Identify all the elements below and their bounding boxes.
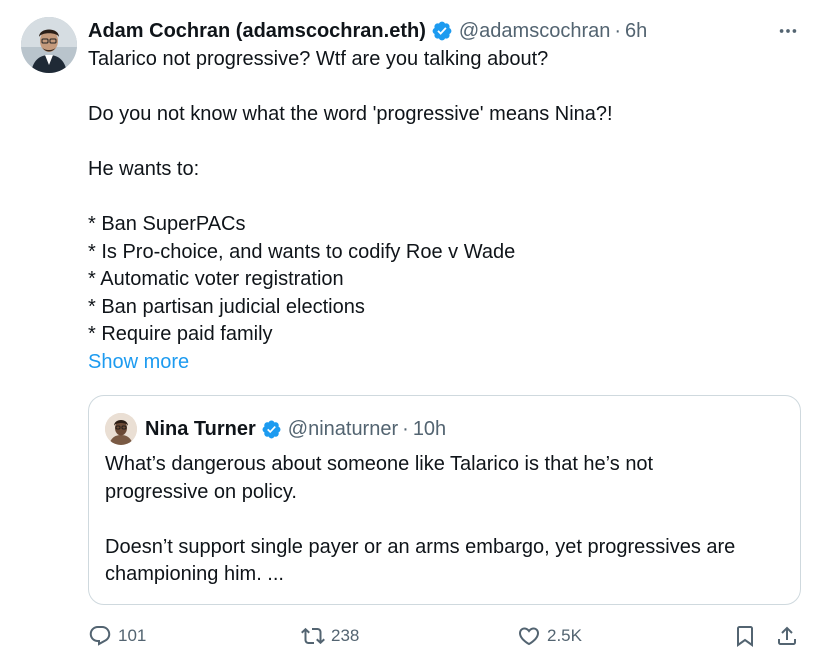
quoted-tweet-header: Nina Turner @ninaturner · 10h: [105, 412, 784, 446]
tweet-line: [88, 74, 803, 102]
tweet[interactable]: Adam Cochran (adamscochran.eth) @adamsco…: [0, 0, 821, 671]
author-name[interactable]: Adam Cochran (adamscochran.eth): [88, 16, 426, 46]
share-icon: [778, 626, 796, 645]
tweet-line: * Is Pro-choice, and wants to codify Roe…: [88, 240, 516, 263]
reply-count: 101: [118, 626, 147, 645]
like-icon: [518, 627, 540, 646]
reply-icon: [89, 626, 111, 646]
tweet-body: Adam Cochran (adamscochran.eth) @adamsco…: [88, 16, 803, 376]
separator-dot: ·: [614, 20, 622, 42]
tweet-line: * Ban partisan judicial elections: [88, 295, 365, 318]
more-button[interactable]: [773, 19, 803, 43]
tweet-line: * Ban SuperPACs: [88, 213, 246, 235]
quoted-line: championing him. ...: [105, 563, 284, 585]
repost-count: 238: [331, 626, 360, 645]
author-handle[interactable]: @adamscochran: [459, 16, 610, 46]
repost-icon: [301, 627, 325, 645]
quoted-line: Doesn’t support single payer or an arms …: [105, 535, 736, 558]
like-button[interactable]: 2.5K: [517, 621, 582, 651]
verified-badge-icon: [432, 21, 452, 41]
repost-button[interactable]: 238: [301, 621, 359, 651]
action-bar: 101 238 2.5K: [88, 621, 803, 651]
quoted-line: progressive on policy.: [105, 480, 297, 503]
separator-dot: ·: [402, 417, 409, 440]
author-avatar[interactable]: [21, 17, 77, 73]
quoted-line: [105, 506, 784, 534]
more-icon: [779, 29, 797, 33]
quoted-author-name: Nina Turner: [145, 417, 256, 440]
reply-button[interactable]: 101: [88, 621, 146, 651]
show-more-link[interactable]: Show more: [88, 349, 189, 377]
tweet-line: [88, 184, 803, 212]
quoted-tweet-text: What’s dangerous about someone like Tala…: [105, 451, 784, 589]
bookmark-icon: [737, 626, 753, 647]
like-count: 2.5K: [547, 626, 582, 645]
quoted-tweet-time: 10h: [412, 417, 447, 440]
tweet-text: Talarico not progressive? Wtf are you ta…: [88, 46, 803, 376]
tweet-line: * Require paid family: [88, 323, 273, 345]
tweet-line: He wants to:: [88, 158, 200, 180]
share-button[interactable]: [775, 621, 799, 651]
bookmark-button[interactable]: [733, 621, 757, 651]
quoted-author-avatar: [105, 413, 137, 445]
quoted-tweet[interactable]: Nina Turner @ninaturner · 10h What’s dan…: [88, 395, 801, 605]
tweet-time[interactable]: 6h: [625, 16, 647, 46]
tweet-line: [88, 129, 803, 157]
quoted-author-handle: @ninaturner: [287, 417, 399, 440]
verified-badge-icon: [262, 420, 281, 438]
tweet-header: Adam Cochran (adamscochran.eth) @adamsco…: [88, 16, 803, 46]
tweet-line: Talarico not progressive? Wtf are you ta…: [88, 48, 549, 70]
tweet-line: * Automatic voter registration: [88, 268, 344, 290]
tweet-line: Do you not know what the word 'progressi…: [88, 103, 613, 125]
quoted-line: What’s dangerous about someone like Tala…: [105, 453, 654, 475]
